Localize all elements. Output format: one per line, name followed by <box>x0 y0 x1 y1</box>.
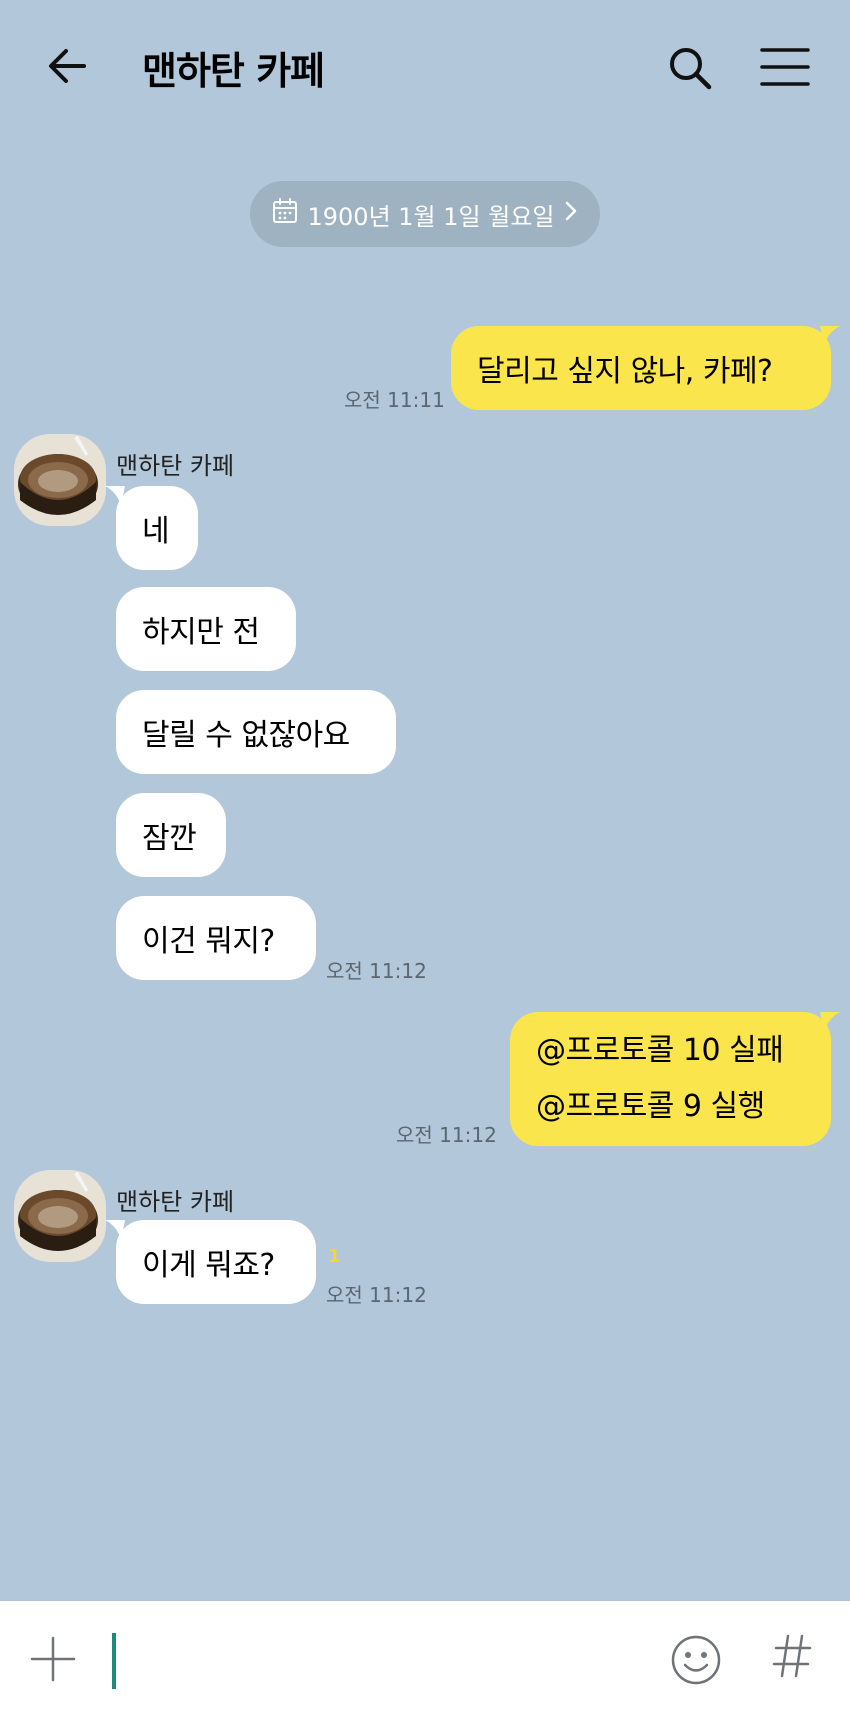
plus-icon[interactable] <box>30 1636 76 1682</box>
message-input[interactable] <box>110 1621 650 1693</box>
message-text: 달리고 싶지 않나, 카페? <box>477 354 773 389</box>
chat-header: 맨하탄 카페 <box>0 0 850 135</box>
message-time: 오전 11:12 <box>326 1283 427 1307</box>
message-text: 잠깐 <box>142 821 197 856</box>
incoming-message-bubble[interactable]: 잠깐 <box>116 793 226 877</box>
outgoing-message-bubble[interactable]: 달리고 싶지 않나, 카페? <box>451 326 831 410</box>
message-text: 달릴 수 없잖아요 <box>142 718 350 753</box>
chevron-right-icon <box>564 200 578 228</box>
avatar[interactable] <box>14 434 106 526</box>
text-cursor <box>112 1633 116 1689</box>
message-time: 오전 11:12 <box>326 959 427 983</box>
incoming-message-bubble[interactable]: 이건 뭐지? <box>116 896 316 980</box>
sender-name: 맨하탄 카페 <box>116 452 235 480</box>
message-line: @프로토콜 9 실행 <box>536 1089 765 1124</box>
chat-screen: 맨하탄 카페 1900년 1월 1일 월요일 오전 11:11 달리고 싶지 않… <box>0 0 850 1713</box>
message-time: 오전 11:11 <box>344 388 445 412</box>
bubble-tail <box>820 1012 840 1032</box>
message-text: 네 <box>142 514 170 549</box>
arrow-left-icon[interactable] <box>44 44 94 88</box>
message-time: 오전 11:12 <box>396 1123 497 1147</box>
search-icon[interactable] <box>666 44 714 92</box>
incoming-message-bubble[interactable]: 네 <box>116 486 198 570</box>
date-divider[interactable]: 1900년 1월 1일 월요일 <box>250 181 600 247</box>
message-text: 이게 뭐죠? <box>142 1248 275 1283</box>
hashtag-icon[interactable] <box>772 1632 812 1680</box>
incoming-message-bubble[interactable]: 하지만 전 <box>116 587 296 671</box>
hamburger-menu-icon[interactable] <box>760 46 810 88</box>
bubble-tail <box>820 326 840 346</box>
message-text: 하지만 전 <box>142 615 260 650</box>
incoming-message-bubble[interactable]: 달릴 수 없잖아요 <box>116 690 396 774</box>
calendar-icon <box>272 198 298 230</box>
sender-name: 맨하탄 카페 <box>116 1188 235 1216</box>
message-text: 이건 뭐지? <box>142 924 275 959</box>
avatar[interactable] <box>14 1170 106 1262</box>
date-text: 1900년 1월 1일 월요일 <box>307 202 555 231</box>
unread-count: 1 <box>328 1246 341 1267</box>
message-input-bar <box>0 1601 850 1713</box>
outgoing-message-bubble[interactable]: @프로토콜 10 실패 @프로토콜 9 실행 <box>510 1012 831 1146</box>
incoming-message-bubble[interactable]: 이게 뭐죠? <box>116 1220 316 1304</box>
message-line: @프로토콜 10 실패 <box>536 1033 784 1068</box>
emoji-icon[interactable] <box>670 1634 722 1686</box>
chat-title: 맨하탄 카페 <box>142 49 325 93</box>
